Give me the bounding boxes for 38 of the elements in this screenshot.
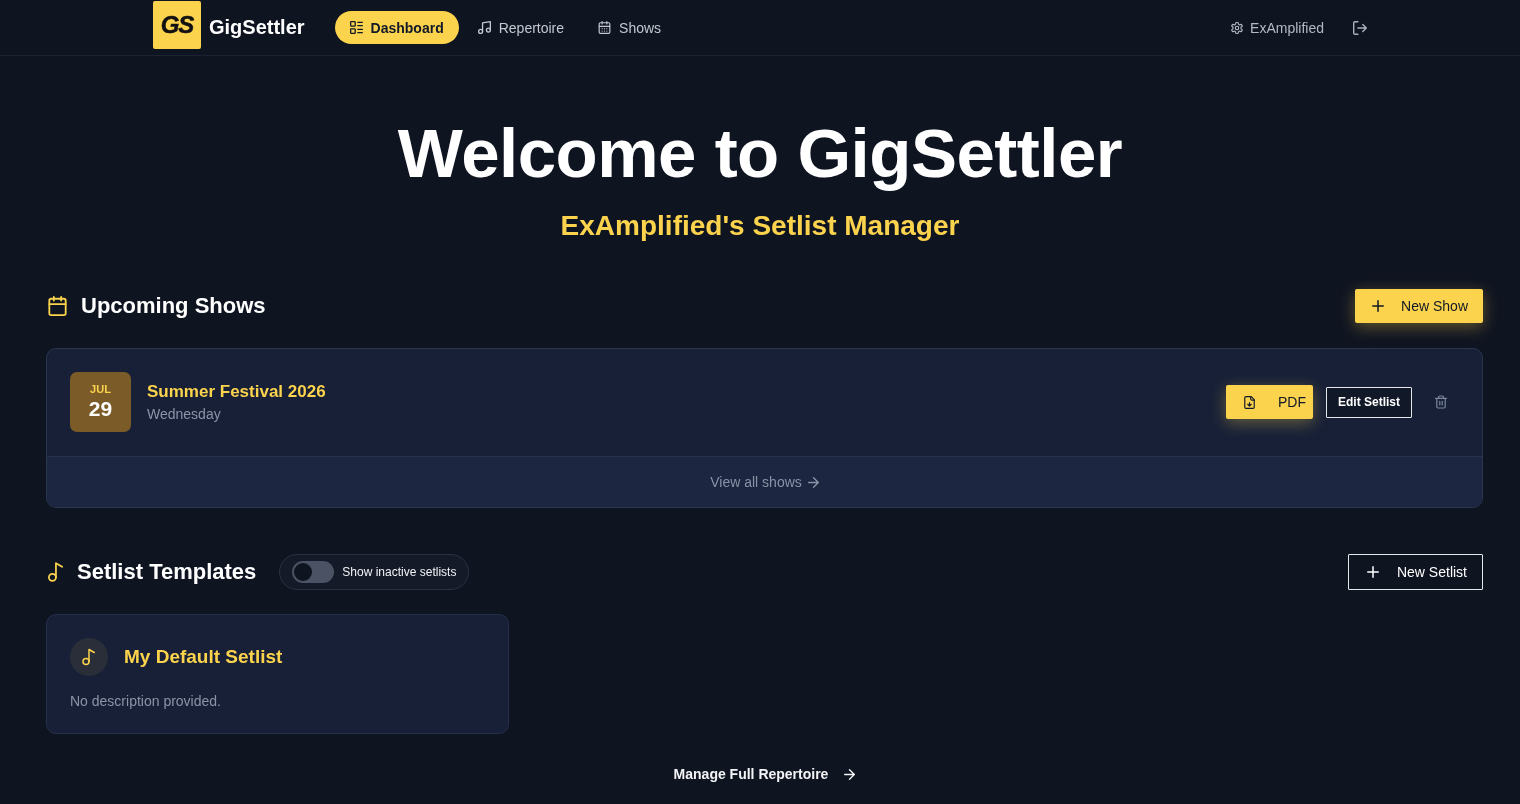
toggle-switch[interactable] bbox=[292, 561, 335, 583]
new-setlist-button[interactable]: New Setlist bbox=[1347, 554, 1483, 590]
settings-icon bbox=[1231, 21, 1244, 34]
calendar-icon bbox=[598, 21, 612, 34]
show-title[interactable]: Summer Festival 2026 bbox=[147, 380, 326, 403]
setlist-card[interactable]: My Default Setlist No description provided. bbox=[46, 614, 509, 734]
delete-icon[interactable] bbox=[1435, 395, 1447, 409]
arrow-right-icon bbox=[844, 768, 856, 780]
nav-tab[interactable]: Shows bbox=[583, 11, 677, 44]
show-weekday: Wednesday bbox=[147, 404, 221, 424]
plus-icon bbox=[1366, 566, 1379, 578]
edit-setlist-button[interactable]: Edit Setlist bbox=[1326, 386, 1412, 418]
arrow-right-icon bbox=[807, 476, 819, 488]
nav-tab[interactable]: Dashboard bbox=[334, 11, 459, 44]
user-settings-link[interactable]: ExAmplified bbox=[1231, 19, 1324, 36]
setlist-description: No description provided. bbox=[70, 692, 221, 711]
calendar-icon bbox=[48, 296, 67, 316]
logo[interactable]: GS bbox=[153, 1, 201, 49]
nav-tab[interactable]: Repertoire bbox=[462, 11, 580, 44]
logout-icon[interactable] bbox=[1353, 20, 1367, 35]
list-icon bbox=[349, 21, 363, 34]
section-title: Upcoming Shows bbox=[81, 293, 266, 319]
music-notes-icon bbox=[477, 21, 491, 34]
plus-icon bbox=[1372, 300, 1385, 312]
welcome-subtitle: ExAmplified's Setlist Manager bbox=[560, 209, 960, 243]
file-download-icon bbox=[1244, 395, 1255, 409]
music-note-icon bbox=[48, 562, 63, 582]
section-title: Setlist Templates bbox=[77, 559, 257, 585]
pdf-button[interactable]: PDF bbox=[1226, 385, 1313, 419]
view-all-shows-link[interactable]: View all shows bbox=[710, 474, 819, 490]
day-number: 29 bbox=[88, 396, 113, 421]
setlist-title: My Default Setlist bbox=[124, 646, 283, 668]
brand-name: GigSettler bbox=[209, 16, 305, 39]
manage-repertoire-link[interactable]: Manage Full Repertoire bbox=[673, 766, 856, 782]
welcome-heading: Welcome to GigSettler bbox=[397, 114, 1123, 194]
new-show-button[interactable]: New Show bbox=[1355, 289, 1483, 323]
music-note-icon bbox=[70, 638, 108, 676]
month-label: JUL bbox=[90, 383, 111, 396]
